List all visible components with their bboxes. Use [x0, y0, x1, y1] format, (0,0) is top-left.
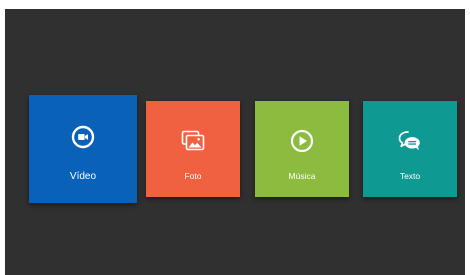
tile-video[interactable]: Vídeo [29, 95, 137, 203]
photo-gallery-icon [181, 130, 205, 151]
media-menu-screen: Vídeo Foto Música Texto [5, 9, 465, 275]
play-icon [290, 129, 314, 153]
tile-musica-label: Música [288, 171, 316, 181]
tile-foto[interactable]: Foto [146, 101, 240, 197]
chat-bubbles-icon [398, 131, 420, 151]
tile-video-label: Vídeo [69, 171, 97, 182]
tile-foto-label: Foto [184, 171, 202, 181]
tile-texto[interactable]: Texto [363, 101, 457, 197]
tile-texto-label: Texto [399, 171, 421, 181]
video-camera-icon [71, 125, 95, 149]
tile-musica[interactable]: Música [255, 101, 349, 197]
